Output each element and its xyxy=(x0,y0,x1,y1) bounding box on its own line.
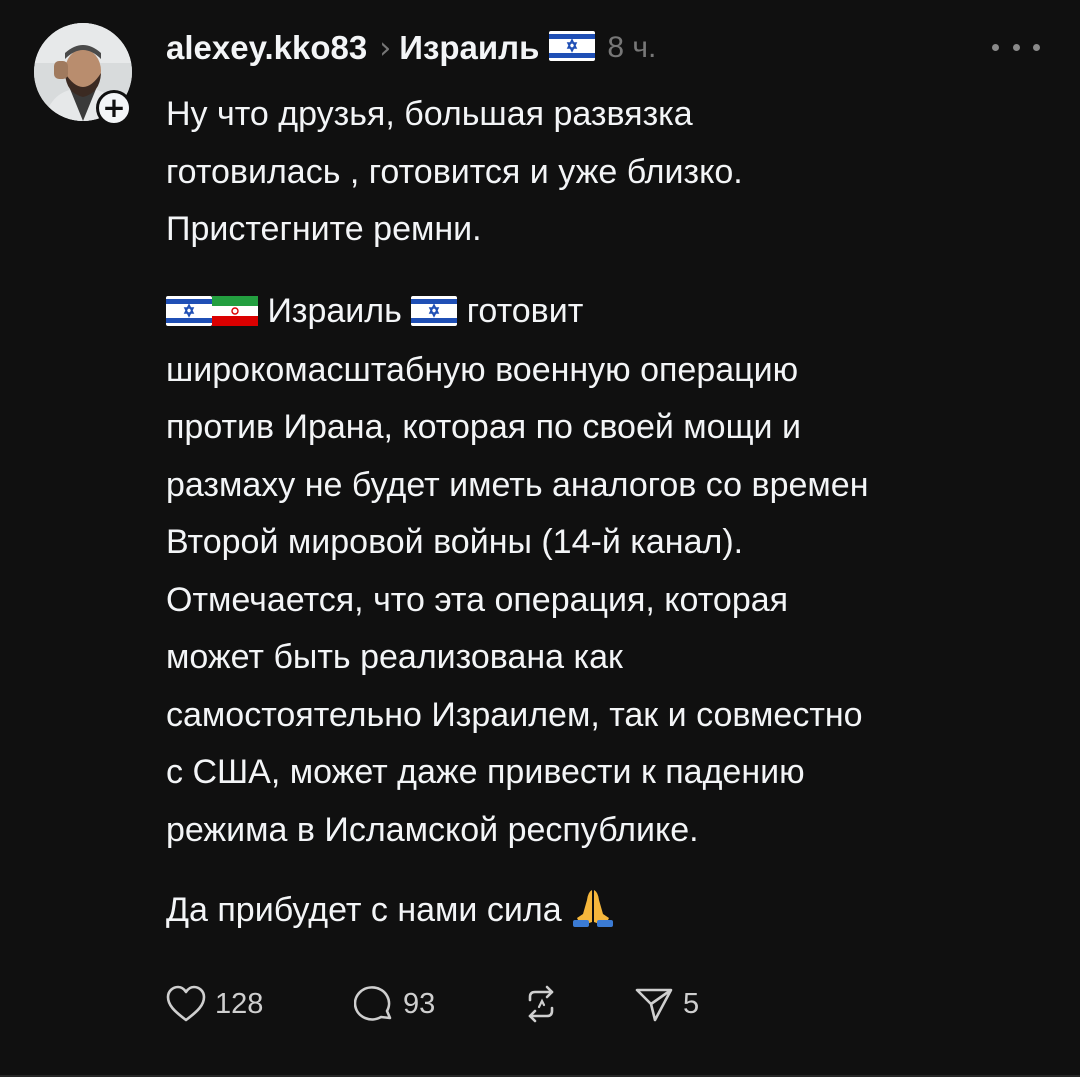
post-time: 8 ч. xyxy=(607,31,657,64)
text-line: Пристегните ремни. xyxy=(166,210,482,248)
share-button[interactable]: 5 xyxy=(634,979,699,1029)
like-button[interactable]: 128 xyxy=(166,979,263,1029)
text-line: может быть реализована как xyxy=(166,638,623,677)
text-line: с США, может даже привести к падению xyxy=(166,753,805,792)
text-line: Да прибудет с нами сила xyxy=(166,882,1046,941)
text-line: Израиль готовит xyxy=(166,283,1046,342)
action-bar: 128 93 5 xyxy=(166,979,766,1029)
text-line: режима в Исламской республике. xyxy=(166,810,699,849)
post-header: alexey.kko83 › Израиль 8 ч. xyxy=(166,25,656,71)
iran-flag-icon xyxy=(212,284,258,342)
text-segment: Израиль xyxy=(267,292,402,330)
share-count: 5 xyxy=(683,987,700,1020)
text-line: Отмечается, что эта операция, которая xyxy=(166,580,789,619)
heart-icon xyxy=(166,985,206,1023)
post-paragraph-1: Ну что друзья, большая развязка готовила… xyxy=(166,86,1046,259)
comment-button[interactable]: 93 xyxy=(354,979,435,1029)
text-line: готовилась , готовится и уже близко. xyxy=(166,152,743,191)
text-line: Ну что друзья, большая развязка xyxy=(166,95,693,133)
post-paragraph-2: Израиль готовит широкомасштабную военную… xyxy=(166,283,1046,859)
follow-plus-icon[interactable]: + xyxy=(96,90,132,126)
chevron-right-icon: › xyxy=(379,30,392,66)
text-segment: готовит xyxy=(466,292,584,330)
post-paragraph-3: Да прибудет с нами сила xyxy=(166,882,1046,941)
like-count: 128 xyxy=(215,987,264,1020)
text-line: самостоятельно Израилем, так и совместно xyxy=(166,695,863,734)
text-line: Второй мировой войны (14-й канал). xyxy=(166,523,744,562)
topic-tag[interactable]: Израиль xyxy=(399,29,539,67)
more-options-icon[interactable] xyxy=(992,32,1040,62)
text-line: размаху не будет иметь аналогов со време… xyxy=(166,465,869,504)
comment-bubble-icon xyxy=(354,984,394,1024)
israel-flag-icon xyxy=(411,284,458,342)
send-icon xyxy=(634,984,674,1024)
comment-count: 93 xyxy=(403,987,436,1020)
praying-hands-icon xyxy=(571,883,615,941)
text-line: широкомасштабную военную операцию xyxy=(166,350,799,389)
text-segment: Да прибудет с нами сила xyxy=(166,891,562,929)
username[interactable]: alexey.kko83 xyxy=(166,29,367,67)
repost-button[interactable] xyxy=(520,979,562,1029)
repost-icon xyxy=(520,984,562,1024)
israel-flag-icon xyxy=(166,284,212,342)
text-line: против Ирана, которая по своей мощи и xyxy=(166,408,801,447)
israel-flag-icon xyxy=(549,30,596,66)
